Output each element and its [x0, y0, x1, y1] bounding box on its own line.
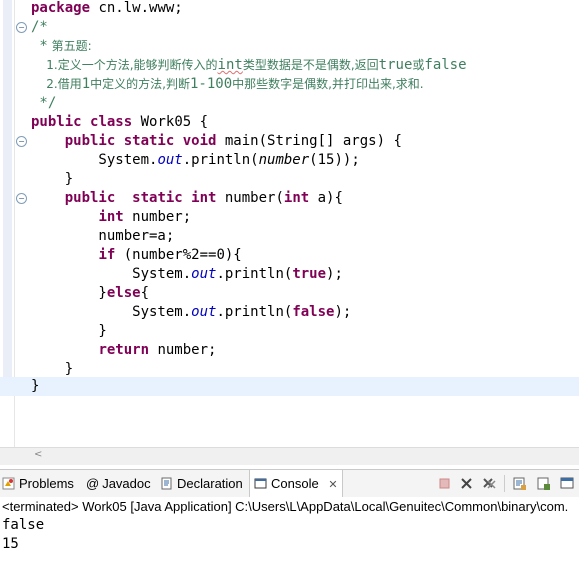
code-line: if (number%2==0){ — [98, 247, 242, 263]
pin-console-icon[interactable] — [536, 476, 551, 491]
code-line: }else{ — [31, 285, 150, 301]
code-line: * 第五题: — [31, 38, 92, 54]
scroll-left-icon[interactable]: < — [34, 449, 42, 460]
tab-declaration[interactable]: Declaration — [160, 470, 243, 497]
console-status-line: <terminated> Work05 [Java Application] C… — [2, 499, 569, 514]
current-code-line: } — [0, 377, 579, 396]
code-line: } — [31, 171, 74, 187]
horizontal-scrollbar[interactable]: < — [0, 447, 579, 465]
console-view[interactable]: <terminated> Work05 [Java Application] C… — [0, 497, 579, 578]
code-line: System.out.println(true); — [31, 266, 343, 282]
code-line: public static void main(String[] args) { — [64, 133, 402, 149]
console-icon — [254, 478, 267, 489]
remove-all-terminated-icon[interactable] — [482, 476, 497, 491]
console-output-line: 15 — [2, 536, 19, 552]
fold-collapse-icon[interactable]: − — [16, 22, 27, 33]
code-line: } — [31, 323, 107, 339]
declaration-icon — [161, 477, 172, 490]
scroll-lock-icon[interactable] — [512, 476, 527, 491]
code-line: return number; — [98, 342, 217, 358]
remove-launch-icon[interactable] — [459, 476, 474, 491]
code-line: public class Work05 { — [31, 114, 209, 130]
overview-marker — [3, 0, 12, 396]
code-editor[interactable]: − − − package cn.lw.www; /* * 第五题: 1.定义一… — [0, 0, 579, 465]
code-line: /* — [31, 19, 48, 35]
code-line: 2.借用1中定义的方法,判断1-100中那些数字是偶数,并打印出来,求和. — [31, 76, 424, 92]
tab-problems[interactable]: Problems — [2, 470, 74, 497]
problems-icon — [2, 477, 15, 490]
display-console-icon[interactable] — [560, 476, 575, 491]
code-line: int number; — [98, 209, 192, 225]
terminate-icon[interactable] — [437, 476, 452, 491]
code-line: 1.定义一个方法,能够判断传入的int类型数据是不是偶数,返回true或fals… — [31, 57, 467, 73]
close-icon[interactable]: ✕ — [328, 479, 337, 491]
bottom-view-tabbar: Problems @ Javadoc Declaration Console ✕ — [0, 469, 579, 498]
tab-console-label: Console — [271, 476, 319, 491]
tab-javadoc-label: Javadoc — [102, 476, 151, 491]
code-line: number=a; — [31, 228, 175, 244]
toolbar-separator — [504, 475, 505, 492]
tab-javadoc[interactable]: @ Javadoc — [86, 470, 151, 497]
code-line: public static int number(int a){ — [64, 190, 343, 206]
javadoc-at-icon: @ — [86, 476, 100, 491]
code-line: */ — [31, 95, 57, 111]
fold-collapse-icon[interactable]: − — [16, 193, 27, 204]
code-line: System.out.println(false); — [31, 304, 352, 320]
fold-collapse-icon[interactable]: − — [16, 136, 27, 147]
code-line: package cn.lw.www; — [31, 0, 183, 16]
code-line: System.out.println(number(15)); — [31, 152, 360, 168]
tab-declaration-label: Declaration — [177, 476, 243, 491]
tab-console[interactable]: Console ✕ — [249, 470, 343, 497]
tab-problems-label: Problems — [19, 476, 74, 491]
console-output-line: false — [2, 517, 45, 533]
